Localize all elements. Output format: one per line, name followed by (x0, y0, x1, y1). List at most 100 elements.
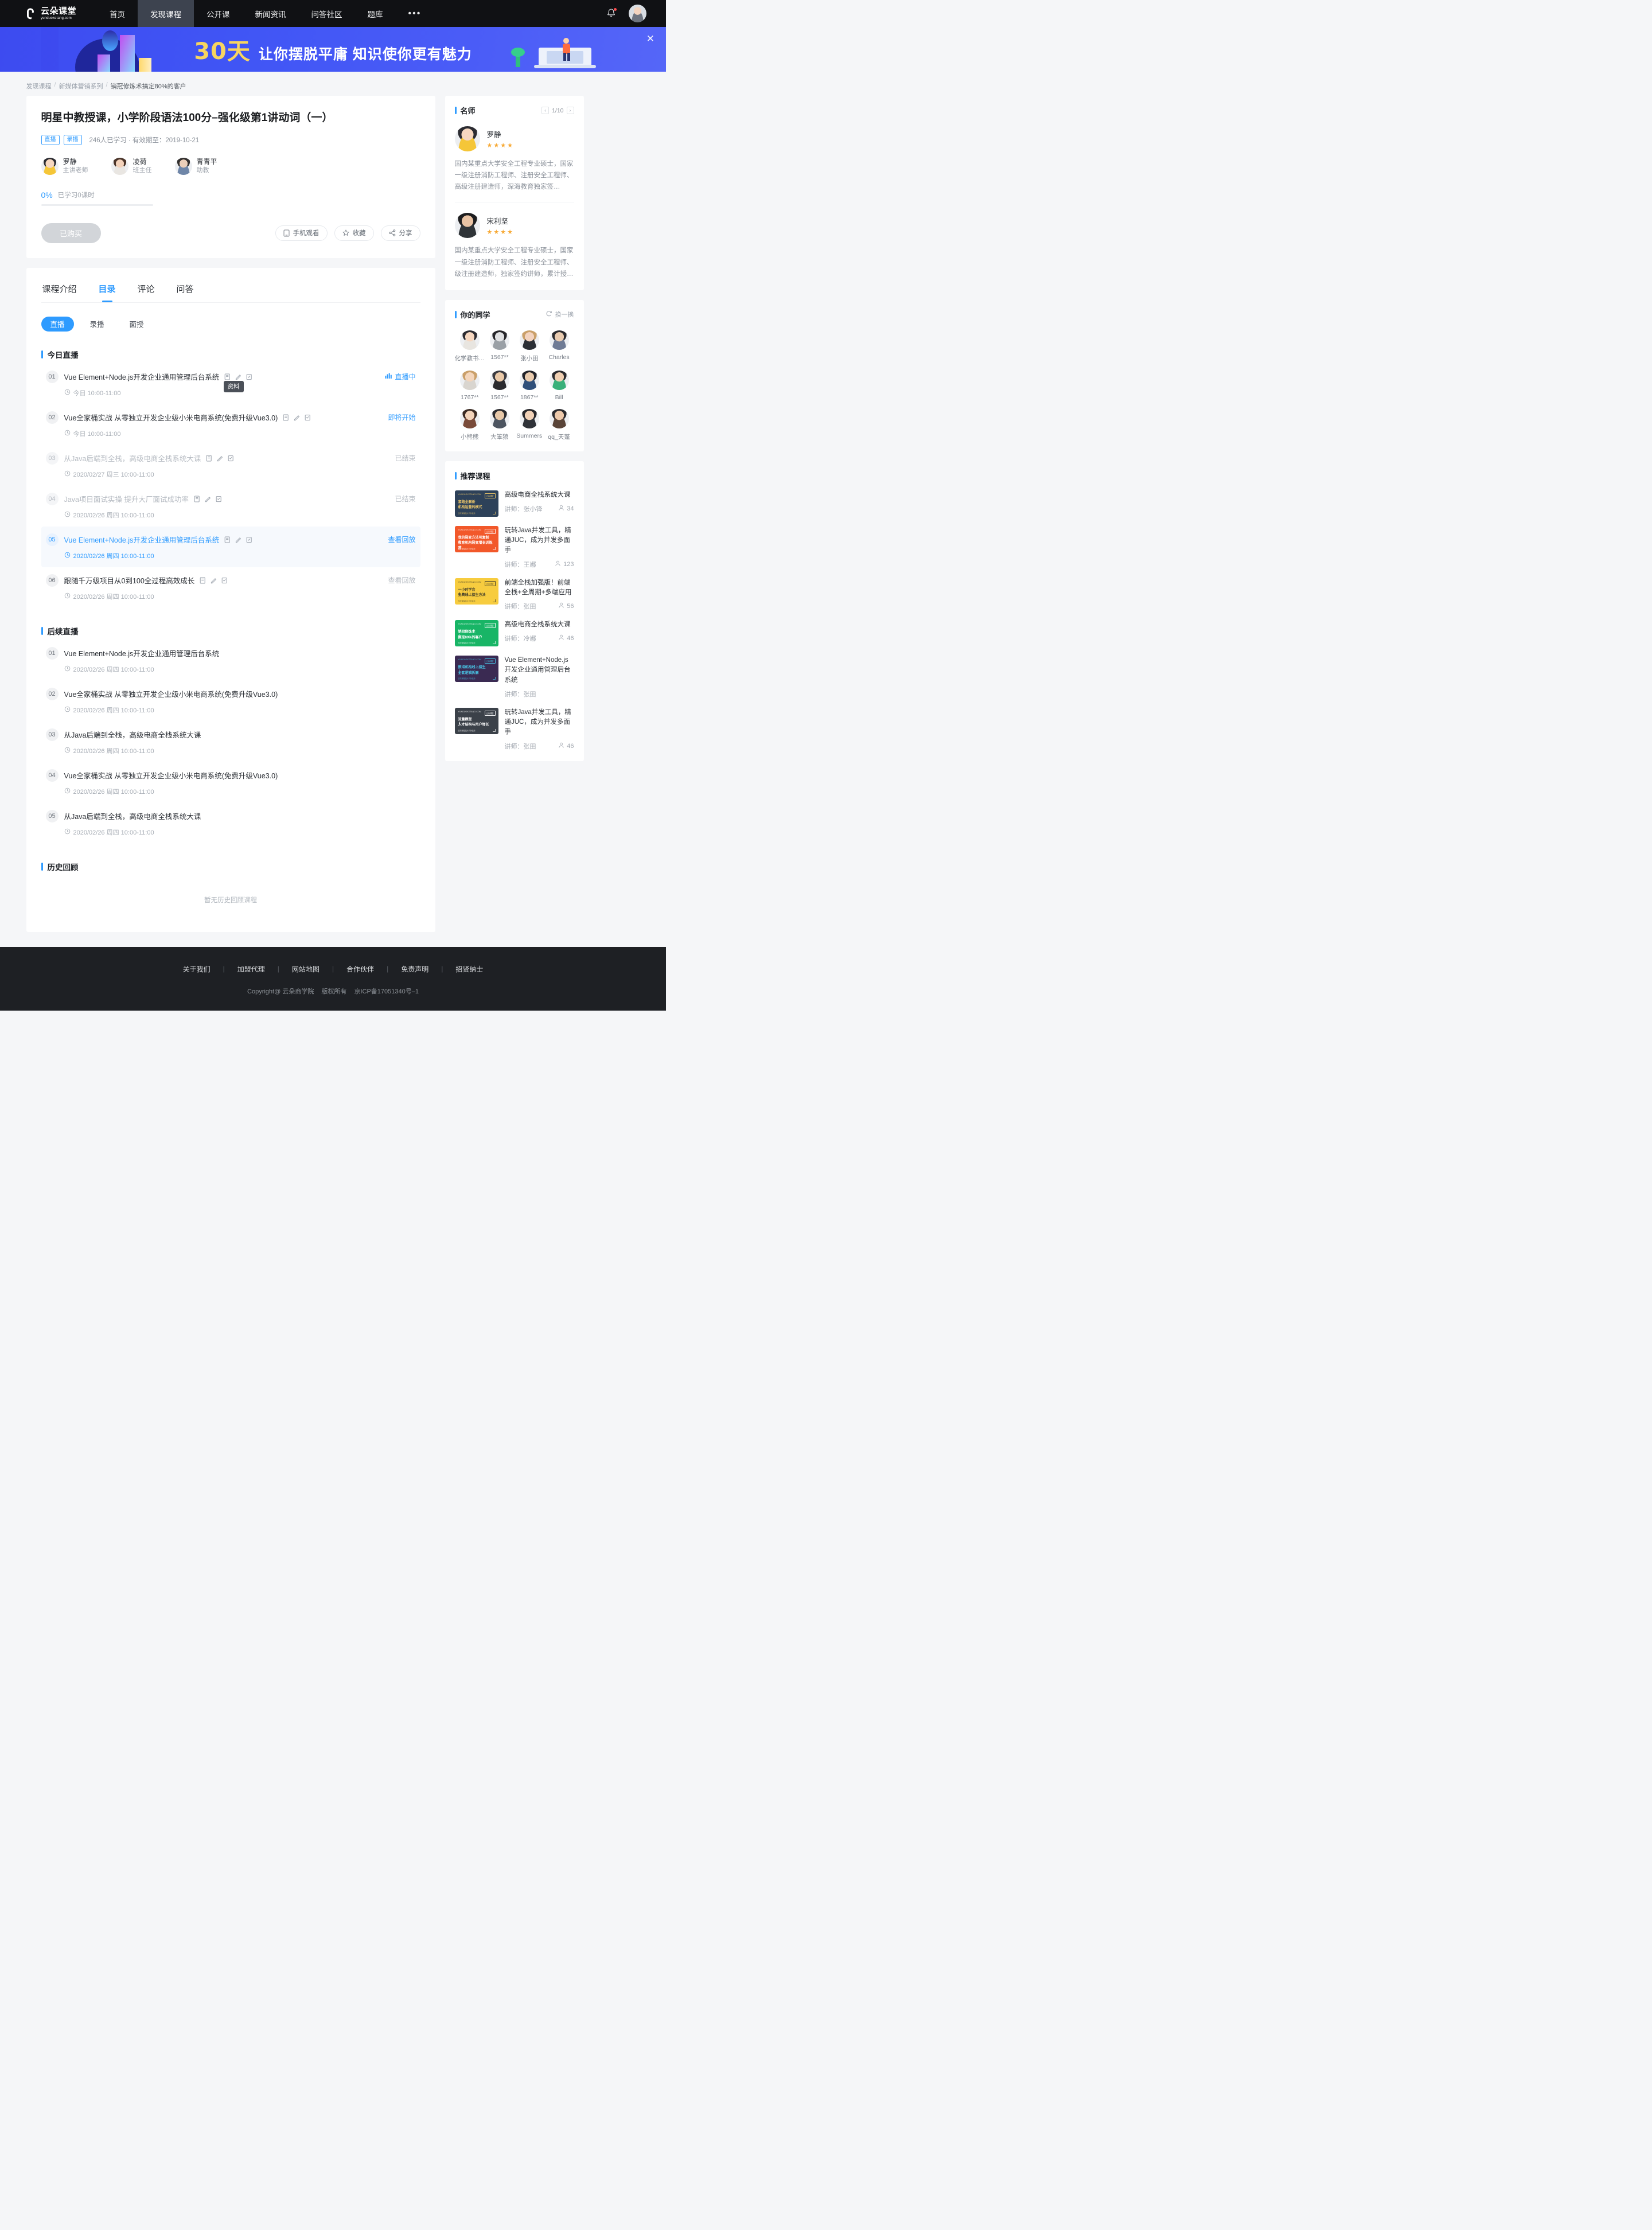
edit-icon[interactable] (294, 414, 300, 421)
nav-item-question-bank[interactable]: 题库 (355, 0, 396, 27)
lesson-row[interactable]: 06 跟随千万级项目从0到100全过程高效成长 查看回放 2020/02/26 … (41, 567, 420, 608)
document-icon[interactable] (194, 496, 200, 502)
recommended-course-item[interactable]: YUNDUOKETANG.COM 云朵课堂 流量模型 人才结构与用户增长 仅限课… (454, 707, 574, 751)
footer-link[interactable]: 招贤纳士 (443, 964, 496, 974)
classmate-name: qq_天蓬 (548, 433, 570, 440)
footer-link[interactable]: 合作伙伴 (334, 964, 387, 974)
purchased-button[interactable]: 已购买 (41, 223, 101, 243)
edit-icon[interactable] (235, 373, 241, 380)
nav-item-home[interactable]: 首页 (97, 0, 138, 27)
lesson-row[interactable]: 04 Vue全家桶实战 从零独立开发企业级小米电商系统(免费升级Vue3.0) … (41, 762, 420, 803)
banner-close-icon[interactable]: ✕ (646, 34, 654, 44)
lesson-row[interactable]: 02 Vue全家桶实战 从零独立开发企业级小米电商系统(免费升级Vue3.0) … (41, 404, 420, 445)
tab-course-intro[interactable]: 课程介绍 (41, 280, 78, 302)
classmate-item[interactable]: 1567** (485, 370, 515, 401)
promo-banner[interactable]: 30天 让你摆脱平庸 知识使你更有魅力 ✕ (0, 27, 666, 72)
recommended-course-item[interactable]: YUNDUOKETANG.COM 云朵课堂 套路全解析 机构运营的模式 仅限课程… (454, 490, 574, 517)
notification-bell-icon[interactable] (606, 8, 617, 19)
exam-icon[interactable] (246, 373, 252, 380)
share-button[interactable]: 分享 (380, 225, 420, 241)
recommended-course-item[interactable]: YUNDUOKETANG.COM 云朵课堂 我的裂变方法可复制 教育机构裂变增长… (454, 525, 574, 569)
thumb-line1: 销冠修炼术 (458, 630, 476, 634)
edit-icon[interactable] (211, 577, 217, 584)
swap-classmates-button[interactable]: 换一换 (546, 310, 574, 319)
thumb-badge: 云朵课堂 (484, 710, 496, 716)
tab-qa[interactable]: 问答 (176, 280, 195, 302)
classmate-item[interactable]: 1567** (485, 330, 515, 362)
exam-icon[interactable] (246, 536, 252, 543)
document-icon[interactable] (206, 455, 212, 462)
nav-item-more[interactable]: ••• (396, 0, 434, 27)
teacher-entry[interactable]: 凌荷 班主任 (111, 157, 152, 176)
lesson-row[interactable]: 03 从Java后端到全栈，高级电商全栈系统大课 2020/02/26 周四 1… (41, 722, 420, 762)
subtab-offline[interactable]: 面授 (120, 317, 153, 332)
edit-icon[interactable] (235, 536, 241, 543)
people-icon (558, 634, 564, 642)
lesson-status[interactable]: 查看回放 (388, 575, 415, 585)
chevron-right-icon[interactable]: › (566, 107, 574, 114)
subtab-recorded[interactable]: 录播 (81, 317, 114, 332)
breadcrumb-item-1[interactable]: 新媒体营销系列 (59, 81, 103, 91)
classmate-item[interactable]: 小熊熊 (455, 408, 485, 441)
course-tag-recorded: 录播 (63, 134, 82, 145)
lesson-title: 跟随千万级项目从0到100全过程高效成长 (64, 577, 195, 586)
exam-icon[interactable] (228, 455, 234, 462)
lesson-row[interactable]: 03 从Java后端到全栈，高级电商全栈系统大课 已结束 2020/02/27 … (41, 445, 420, 486)
nav-item-public-courses[interactable]: 公开课 (194, 0, 243, 27)
nav-item-qa-community[interactable]: 问答社区 (299, 0, 355, 27)
clock-icon (64, 747, 71, 755)
document-icon[interactable] (200, 577, 206, 584)
exam-icon[interactable] (216, 496, 222, 502)
lesson-row[interactable]: 04 Java项目面试实操 提升大厂面试成功率 已结束 2020/02/26 周… (41, 486, 420, 527)
lesson-row[interactable]: 05 Vue Element+Node.js开发企业通用管理后台系统 查看回放 … (41, 526, 420, 567)
classmate-item[interactable]: Charles (544, 330, 574, 362)
subtab-live[interactable]: 直播 (41, 316, 74, 332)
teacher-entry[interactable]: 青青平 助教 (174, 157, 217, 176)
classmate-item[interactable]: 大笨狼 (485, 408, 515, 441)
classmate-item[interactable]: 1867** (515, 370, 544, 401)
classmate-item[interactable]: 张小田 (515, 330, 544, 362)
lesson-status[interactable]: 即将开始 (388, 412, 415, 422)
lesson-status[interactable]: 已结束 (395, 453, 415, 463)
lesson-status[interactable]: 直播中 (385, 372, 416, 381)
famous-teacher-item[interactable]: 罗静 ★★★★ 国内某重点大学安全工程专业硕士，国家一级注册消防工程师、注册安全… (454, 126, 574, 193)
nav-item-news[interactable]: 新闻资讯 (243, 0, 299, 27)
tab-comments[interactable]: 评论 (137, 280, 156, 302)
recommended-course-teacher: 讲师：张小锋 (504, 506, 543, 513)
classmate-item[interactable]: Summers (515, 408, 544, 441)
lesson-row[interactable]: 05 从Java后端到全栈，高级电商全栈系统大课 2020/02/26 周四 1… (41, 803, 420, 844)
classmate-item[interactable]: 化学教书… (455, 330, 485, 362)
recommended-course-item[interactable]: YUNDUOKETANG.COM 云朵课堂 教培机构线上招生 全套逻辑拆解 仅限… (454, 656, 574, 699)
document-icon[interactable] (224, 373, 231, 380)
breadcrumb-item-0[interactable]: 发现课程 (26, 81, 52, 91)
lesson-status[interactable]: 查看回放 (388, 535, 415, 544)
edit-icon[interactable] (217, 455, 223, 462)
edit-icon[interactable] (205, 496, 211, 502)
document-icon[interactable] (283, 414, 289, 421)
classmate-item[interactable]: 1767** (455, 370, 485, 401)
footer-link[interactable]: 免责声明 (388, 964, 441, 974)
nav-item-discover-courses[interactable]: 发现课程 (138, 0, 194, 27)
lesson-status[interactable]: 已结束 (395, 494, 415, 504)
exam-icon[interactable] (305, 414, 311, 421)
teacher-entry[interactable]: 罗静 主讲老师 (41, 157, 88, 176)
famous-teacher-item[interactable]: 宋利坚 ★★★★ 国内某重点大学安全工程专业硕士，国家一级注册消防工程师、注册安… (454, 213, 574, 279)
watch-on-phone-button[interactable]: 手机观看 (275, 225, 328, 241)
site-logo[interactable]: 云朵课堂 yunduoketang.com (0, 0, 97, 27)
lesson-row[interactable]: 02 Vue全家桶实战 从零独立开发企业级小米电商系统(免费升级Vue3.0) … (41, 681, 420, 722)
chevron-left-icon[interactable]: ‹ (541, 107, 550, 114)
exam-icon[interactable] (221, 577, 228, 584)
tab-catalog[interactable]: 目录 (98, 280, 117, 302)
recommended-course-item[interactable]: YUNDUOKETANG.COM 云朵课堂 一小时学会 免费线上招生方法 仅限课… (454, 578, 574, 611)
classmate-item[interactable]: Bill (544, 370, 574, 401)
classmate-item[interactable]: qq_天蓬 (544, 408, 574, 441)
footer-link[interactable]: 网站地图 (279, 964, 332, 974)
document-icon[interactable] (224, 536, 231, 543)
lesson-row[interactable]: 01 Vue Element+Node.js开发企业通用管理后台系统 直播中 今… (41, 364, 420, 404)
favorite-button[interactable]: 收藏 (334, 225, 374, 241)
footer-link[interactable]: 加盟代理 (225, 964, 278, 974)
lesson-row[interactable]: 01 Vue Element+Node.js开发企业通用管理后台系统 2020/… (41, 640, 420, 681)
user-avatar[interactable] (629, 5, 646, 22)
recommended-course-item[interactable]: YUNDUOKETANG.COM 云朵课堂 销冠修炼术 搞定80%的客户 仅限课… (454, 620, 574, 646)
footer-link[interactable]: 关于我们 (170, 964, 223, 974)
